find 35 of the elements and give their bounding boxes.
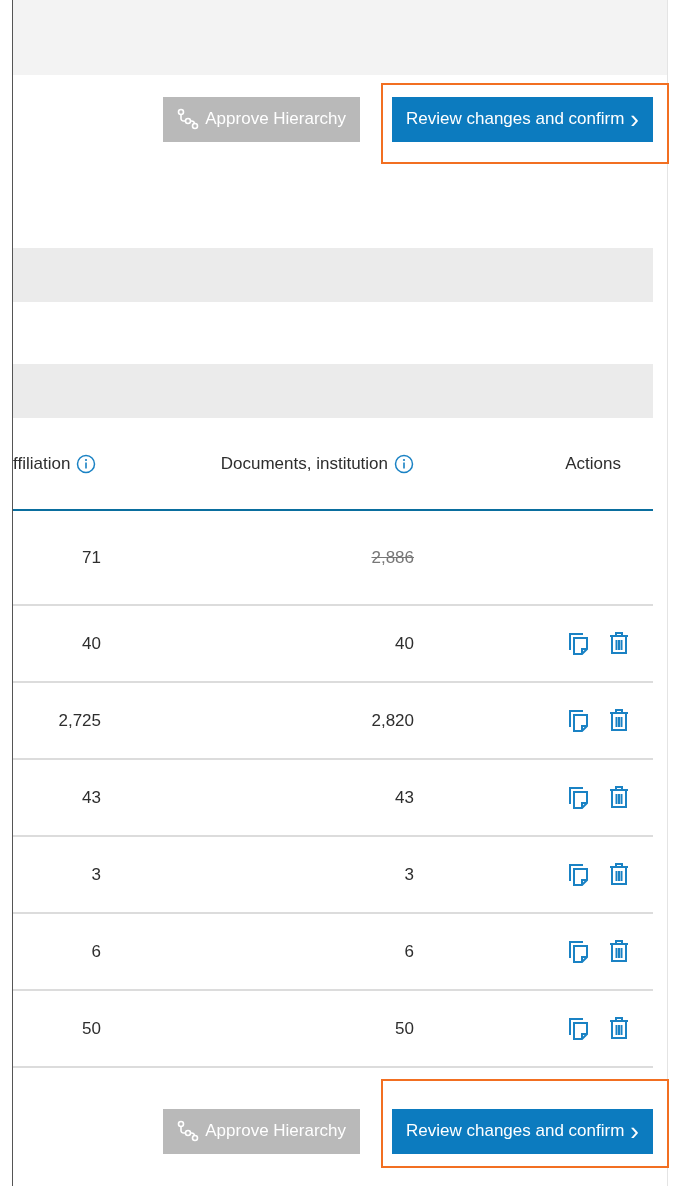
trash-icon[interactable] (609, 938, 629, 965)
table-cell-text: 6 (403, 941, 414, 962)
copy-icon[interactable] (567, 1015, 591, 1042)
info-icon[interactable] (76, 453, 97, 474)
copy-icon[interactable] (567, 861, 591, 888)
table-cell-text: 71 (81, 547, 101, 568)
copy-icon[interactable] (567, 630, 591, 657)
trash-icon[interactable] (609, 630, 629, 657)
table-cell-text: 2,725 (57, 710, 101, 731)
copy-icon[interactable] (567, 784, 591, 811)
trash-icon[interactable] (609, 861, 629, 888)
table-cell-text: 50 (394, 1018, 414, 1039)
review-button[interactable]: Review changes and confirm › (392, 96, 653, 142)
copy-icon[interactable] (567, 707, 591, 734)
table-cell-text: 6 (90, 941, 101, 962)
review-button[interactable]: Review changes and confirm › (392, 1108, 653, 1154)
table-cell-text: 43 (394, 787, 414, 808)
column-header: Documents, institution (220, 453, 388, 474)
column-header: Actions (565, 453, 621, 474)
table-cell-text: 40 (394, 633, 414, 654)
column-header: ffiliation (13, 453, 71, 474)
info-icon[interactable] (394, 453, 414, 474)
table-cell-text: 2,886 (370, 547, 414, 568)
trash-icon[interactable] (609, 784, 629, 811)
table-cell-text: 43 (81, 787, 101, 808)
table-cell-text: 50 (81, 1018, 101, 1039)
table-cell-text: 3 (403, 864, 414, 885)
table-cell-text: 40 (81, 633, 101, 654)
trash-icon[interactable] (609, 707, 629, 734)
copy-icon[interactable] (567, 938, 591, 965)
table-cell-text: 3 (90, 864, 101, 885)
table-cell-text: 2,820 (370, 710, 414, 731)
hierarchy-icon (177, 1120, 200, 1142)
hierarchy-icon (177, 108, 200, 130)
trash-icon[interactable] (609, 1015, 629, 1042)
